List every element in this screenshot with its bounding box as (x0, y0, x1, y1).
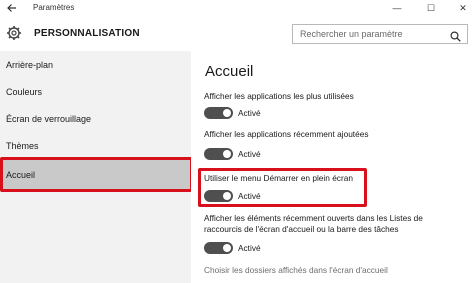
page-title: Accueil (205, 63, 254, 80)
setting-label-most-used: Afficher les applications les plus utili… (204, 91, 354, 101)
sidebar-item-label: Thèmes (6, 141, 39, 151)
sidebar-item-themes[interactable]: Thèmes (0, 136, 191, 158)
sidebar-item-accueil[interactable]: Accueil (0, 157, 193, 192)
sidebar-item-label: Couleurs (6, 87, 43, 97)
title-bar: Paramètres — ☐ ✕ (0, 0, 474, 17)
maximize-button[interactable]: ☐ (420, 0, 442, 17)
sidebar-item-label: Écran de verrouillage (6, 114, 92, 124)
toggle-most-used[interactable] (204, 107, 233, 119)
toggle-state-recent-items: Activé (238, 243, 261, 253)
gear-icon (6, 25, 22, 41)
sidebar-item-ecran-de-verrouillage[interactable]: Écran de verrouillage (0, 109, 191, 131)
setting-label-recently-added: Afficher les applications récemment ajou… (204, 129, 369, 139)
choose-folders-link[interactable]: Choisir les dossiers affichés dans l'écr… (204, 265, 469, 276)
settings-header: PERSONNALISATION Rechercher un paramètre (0, 17, 474, 51)
toggle-state-recently-added: Activé (238, 149, 261, 159)
toggle-recently-added[interactable] (204, 148, 233, 160)
sidebar-item-label: Accueil (6, 170, 36, 180)
setting-label-recent-items-line2: raccourcis de l'écran d'accueil ou la ba… (204, 224, 399, 234)
window-title: Paramètres (33, 3, 75, 12)
sidebar: Arrière-plan Couleurs Écran de verrouill… (0, 51, 193, 283)
toggle-state-most-used: Activé (238, 108, 261, 118)
toggle-knob (223, 150, 231, 158)
section-title: PERSONNALISATION (34, 28, 140, 39)
sidebar-item-label: Arrière-plan (6, 60, 54, 70)
main-content: Accueil Afficher les applications les pl… (191, 51, 474, 283)
toggle-knob (223, 244, 231, 252)
highlight-box (198, 168, 367, 207)
minimize-button[interactable]: — (386, 0, 408, 17)
search-icon[interactable] (450, 29, 461, 42)
search-input[interactable]: Rechercher un paramètre (292, 24, 468, 44)
back-arrow-icon[interactable] (6, 2, 18, 14)
search-placeholder: Rechercher un paramètre (300, 29, 403, 39)
toggle-knob (223, 109, 231, 117)
setting-label-recent-items-line1: Afficher les éléments récemment ouverts … (204, 213, 423, 223)
close-button[interactable]: ✕ (452, 0, 474, 17)
toggle-recent-items[interactable] (204, 242, 233, 254)
sidebar-item-arriere-plan[interactable]: Arrière-plan (0, 55, 191, 77)
sidebar-item-couleurs[interactable]: Couleurs (0, 82, 191, 104)
